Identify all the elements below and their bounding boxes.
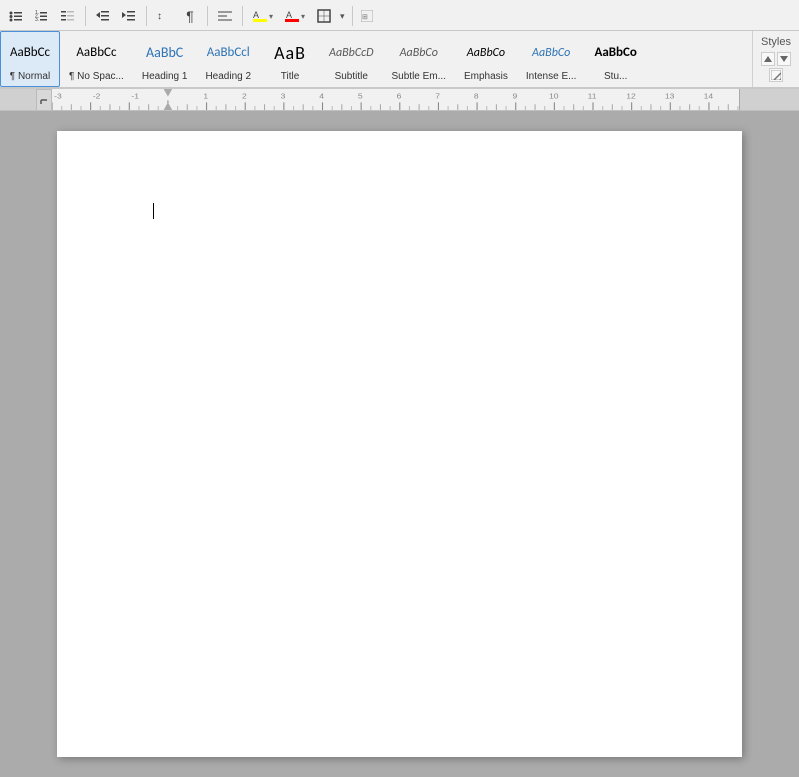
svg-text:12: 12 [626,92,636,100]
ruler-right-margin [739,89,799,110]
ruler-white-area: -3 -2 -1 1 [52,89,739,110]
svg-text:5: 5 [358,92,363,100]
increase-indent-button[interactable] [117,4,141,28]
style-em-label: Emphasis [464,71,508,82]
style-no-spacing[interactable]: AaBbCc ¶ No Spac... [60,31,133,87]
font-color-dropdown[interactable]: A ▾ [280,5,310,27]
style-title-label: Title [281,71,300,82]
styles-title: Styles [761,36,791,48]
borders-dropdown-arrow[interactable]: ▾ [338,11,347,22]
style-nospace-label: ¶ No Spac... [69,71,124,82]
svg-text:4: 4 [319,92,324,100]
align-left-button[interactable] [213,4,237,28]
separator2 [146,6,147,26]
styles-ribbon: AaBbCc ¶ Normal AaBbCc ¶ No Spac... AaBb… [0,31,799,89]
style-strong[interactable]: AaBbCo Stu... [585,31,645,87]
svg-text:10: 10 [549,92,559,100]
highlight-color-dropdown[interactable]: A ▾ [248,5,278,27]
tab-selector[interactable] [36,89,52,111]
style-intense-emphasis[interactable]: AaBbCo Intense E... [517,31,586,87]
svg-text:-2: -2 [93,92,101,100]
svg-text:1: 1 [203,92,208,100]
svg-text:6: 6 [397,92,402,100]
svg-text:-3: -3 [54,92,62,100]
svg-text:11: 11 [588,92,597,100]
svg-text:-1: -1 [131,92,139,100]
decrease-indent-button[interactable] [91,4,115,28]
style-nospace-preview: AaBbCc [76,45,116,60]
svg-text:8: 8 [474,92,479,100]
multilevel-list-button[interactable] [56,4,80,28]
svg-text:A: A [286,10,292,20]
style-title[interactable]: AaB Title [260,31,320,87]
style-heading1[interactable]: AaBbC Heading 1 [133,31,197,87]
style-subtle-em-label: Subtle Em... [392,71,446,82]
style-title-preview: AaB [274,42,306,64]
styles-down-arrow[interactable] [777,52,791,66]
document-area[interactable] [0,111,799,777]
toolbar-row1: 1. 2. 3. [4,2,795,30]
style-h1-preview: AaBbC [146,44,183,61]
style-intense-preview: AaBbCo [532,46,570,60]
svg-text:3.: 3. [35,17,39,23]
svg-text:13: 13 [665,92,675,100]
style-intense-label: Intense E... [526,71,577,82]
style-subtitle[interactable]: AaBbCcD Subtitle [320,31,382,87]
style-normal-label: ¶ Normal [10,71,50,82]
style-subtitle-preview: AaBbCcD [329,46,373,60]
svg-text:7: 7 [435,92,440,100]
paragraph-settings-launcher[interactable]: ⊞ [358,7,376,25]
document-page[interactable] [57,131,742,757]
separator3 [207,6,208,26]
style-heading2[interactable]: AaBbCcl Heading 2 [196,31,260,87]
separator5 [352,6,353,26]
pilcrow-button[interactable]: ¶ [178,4,202,28]
styles-launcher[interactable] [769,68,783,82]
svg-text:14: 14 [704,92,714,100]
text-cursor [153,203,154,219]
style-normal[interactable]: AaBbCc ¶ Normal [0,31,60,87]
separator4 [242,6,243,26]
style-h1-label: Heading 1 [142,71,188,82]
svg-text:↕: ↕ [157,11,162,22]
separator1 [85,6,86,26]
style-normal-preview: AaBbCc [10,45,50,60]
frame-button[interactable] [312,4,336,28]
toolbar-area: 1. 2. 3. [0,0,799,31]
style-h2-preview: AaBbCcl [207,45,250,60]
svg-text:2: 2 [242,92,247,100]
style-subtle-emphasis[interactable]: AaBbCo Subtle Em... [383,31,455,87]
bullets-button[interactable] [4,4,28,28]
svg-text:⊞: ⊞ [362,14,368,21]
style-strong-preview: AaBbCo [594,45,636,60]
svg-text:3: 3 [281,92,286,100]
svg-text:A: A [253,10,259,20]
styles-section-label[interactable]: Styles [752,31,799,87]
numbering-button[interactable]: 1. 2. 3. [30,4,54,28]
style-h2-label: Heading 2 [205,71,251,82]
style-subtitle-label: Subtitle [335,71,368,82]
style-emphasis[interactable]: AaBbCo Emphasis [455,31,517,87]
style-subtle-em-preview: AaBbCo [400,46,438,60]
style-strong-label: Stu... [604,71,627,82]
ruler[interactable]: -3 -2 -1 1 [0,89,799,111]
styles-up-arrow[interactable] [761,52,775,66]
sort-button[interactable]: ↕ [152,4,176,28]
svg-text:9: 9 [513,92,518,100]
style-em-preview: AaBbCo [467,46,505,60]
